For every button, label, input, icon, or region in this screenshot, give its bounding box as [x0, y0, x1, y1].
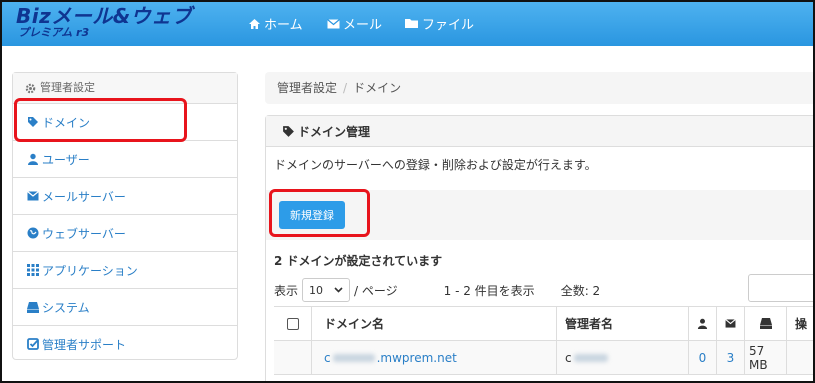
app-window: Bizメール&ウェブ プレミアム r3 ホーム メール ファイル 管理者設定 ド… [0, 0, 815, 383]
panel-description: ドメインのサーバーへの登録・削除および設定が行えます。 [274, 158, 597, 172]
nav-files[interactable]: ファイル [405, 14, 474, 33]
col-mail[interactable] [717, 307, 745, 340]
redacted-text [332, 353, 375, 362]
nav-mail[interactable]: メール [327, 14, 382, 33]
table-row: c .mwprem.net c 0 3 57 MB [274, 341, 813, 375]
sidebar-item-label: アプリケーション [42, 263, 138, 278]
logo-main-text: Bizメール&ウェブ [16, 4, 193, 28]
col-admin-name[interactable]: 管理者名 [557, 307, 689, 340]
sidebar-item-web-server[interactable]: ウェブサーバー [13, 215, 237, 252]
gear-icon [25, 83, 36, 93]
domain-panel: ドメイン管理 ドメインのサーバーへの登録・削除および設定が行えます。 新規登録 … [265, 115, 813, 381]
drive-icon [759, 318, 772, 329]
logo-sub-text: プレミアム r3 [18, 26, 90, 39]
sidebar-item-label: ウェブサーバー [42, 226, 126, 241]
sidebar-item-label: システム [42, 300, 90, 315]
sidebar-item-mail-server[interactable]: メールサーバー [13, 178, 237, 215]
per-page-value: 10 [309, 283, 324, 297]
nav-mail-label: メール [343, 18, 383, 33]
admin-prefix: c [565, 350, 572, 365]
home-icon [249, 18, 260, 29]
sidebar-item-label: ユーザー [42, 152, 90, 167]
col-users[interactable] [689, 307, 717, 340]
envelope-icon [725, 319, 736, 328]
globe-icon [27, 227, 39, 239]
pager-row: 表示 10 / ページ 1 - 2 件目を表示 全数: 2 [274, 278, 600, 302]
sidebar-item-users[interactable]: ユーザー [13, 141, 237, 178]
mail-count-link[interactable]: 3 [717, 341, 745, 374]
domain-prefix: c [324, 350, 331, 365]
per-page-select[interactable]: 10 [302, 278, 351, 302]
user-icon [697, 318, 708, 329]
total-text: 全数: 2 [560, 283, 601, 298]
operations-cell [787, 341, 813, 374]
grid-icon [27, 264, 39, 276]
tag-icon [283, 125, 294, 137]
range-text: 1 - 2 件目を表示 [443, 283, 535, 298]
chevron-down-icon [334, 287, 343, 293]
sidebar-item-label: 管理者サポート [42, 337, 127, 352]
user-count-link[interactable]: 0 [689, 341, 717, 374]
disk-usage: 57 MB [745, 341, 787, 374]
select-all-checkbox[interactable] [286, 317, 299, 330]
nav-home-label: ホーム [264, 18, 303, 33]
show-label: 表示 [274, 283, 299, 298]
breadcrumb-root[interactable]: 管理者設定 [277, 81, 337, 95]
table-header-row: ドメイン名 管理者名 操 [274, 307, 813, 341]
search-input[interactable] [748, 274, 813, 302]
breadcrumb: 管理者設定 / ドメイン [265, 72, 813, 104]
breadcrumb-separator: / [343, 81, 348, 95]
panel-header: ドメイン管理 [266, 116, 813, 147]
row-select-cell [274, 341, 312, 374]
domain-link[interactable]: .mwprem.net [377, 351, 457, 365]
envelope-icon [327, 18, 340, 28]
domain-cell[interactable]: c .mwprem.net [312, 341, 557, 374]
sidebar-item-system[interactable]: システム [13, 289, 237, 326]
col-disk[interactable] [745, 307, 787, 340]
redacted-text [573, 353, 608, 362]
sidebar-item-applications[interactable]: アプリケーション [13, 252, 237, 289]
panel-title: ドメイン管理 [298, 124, 371, 139]
col-operations: 操 [795, 317, 808, 331]
envelope-icon [27, 191, 39, 201]
app-logo[interactable]: Bizメール&ウェブ プレミアム r3 [16, 5, 192, 39]
domain-count-text: 2 ドメインが設定されています [274, 254, 443, 268]
nav-home[interactable]: ホーム [248, 14, 303, 33]
folder-icon [405, 19, 418, 28]
check-square-icon [27, 338, 39, 350]
breadcrumb-current: ドメイン [353, 81, 402, 95]
col-domain-name[interactable]: ドメイン名 [312, 307, 557, 340]
top-navbar: Bizメール&ウェブ プレミアム r3 ホーム メール ファイル [2, 2, 813, 46]
sidebar-item-label: メールサーバー [42, 189, 126, 204]
user-icon [28, 153, 38, 165]
admin-cell: c [557, 341, 689, 374]
highlight-new-button-annotation [269, 189, 370, 237]
highlight-domain-annotation [14, 98, 187, 142]
nav-files-label: ファイル [422, 18, 475, 33]
sidebar-item-admin-support[interactable]: 管理者サポート [13, 326, 237, 362]
select-all-cell [274, 307, 312, 340]
per-page-label: / ページ [354, 283, 398, 298]
drive-icon [27, 301, 39, 313]
domain-table: ドメイン名 管理者名 操 c .mwprem.net c 0 3 57 MB [274, 306, 813, 375]
